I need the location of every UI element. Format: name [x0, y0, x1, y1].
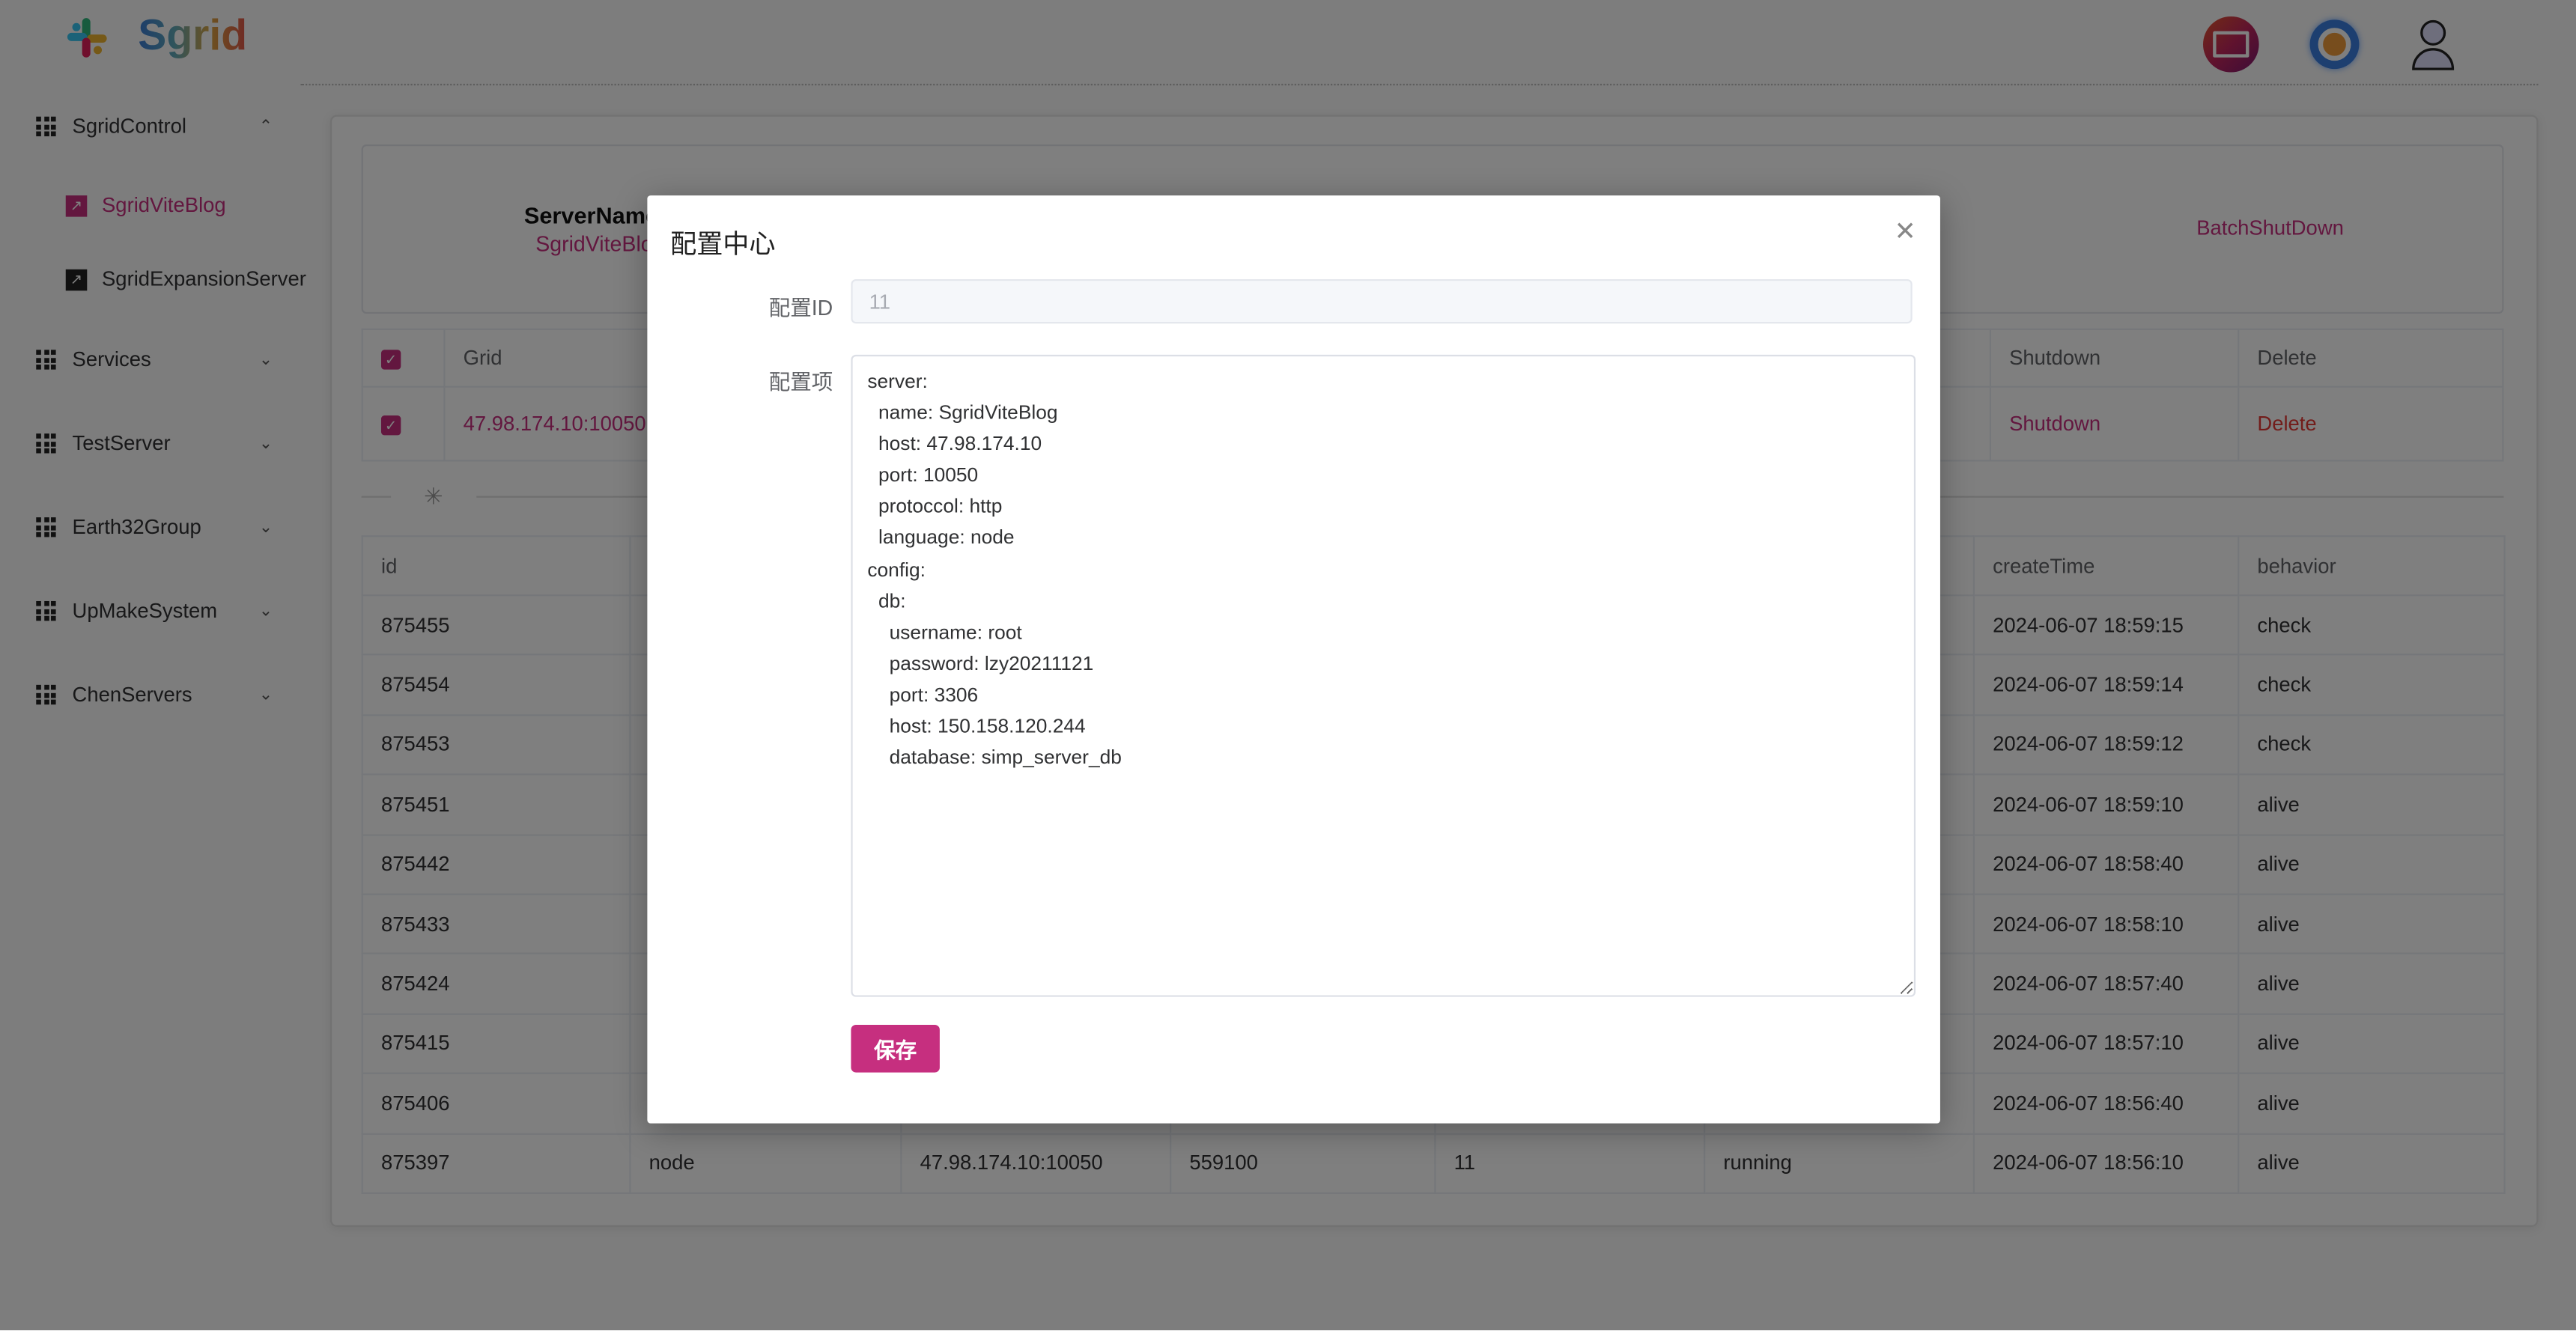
save-button[interactable]: 保存 [851, 1024, 940, 1073]
config-center-dialog: 配置中心 ✕ 配置ID 11 配置项 保存 [647, 195, 1940, 1124]
dialog-title: 配置中心 [670, 231, 776, 260]
close-icon[interactable]: ✕ [1895, 215, 1916, 248]
config-id-label: 配置ID [768, 295, 833, 320]
config-items-label: 配置项 [768, 369, 833, 395]
app-root: Sgrid SgridControl ⌃ ↗ SgridViteBlog ↗ S… [0, 0, 2576, 1331]
config-id-input[interactable]: 11 [851, 278, 1913, 324]
config-items-textarea[interactable] [851, 354, 1916, 997]
